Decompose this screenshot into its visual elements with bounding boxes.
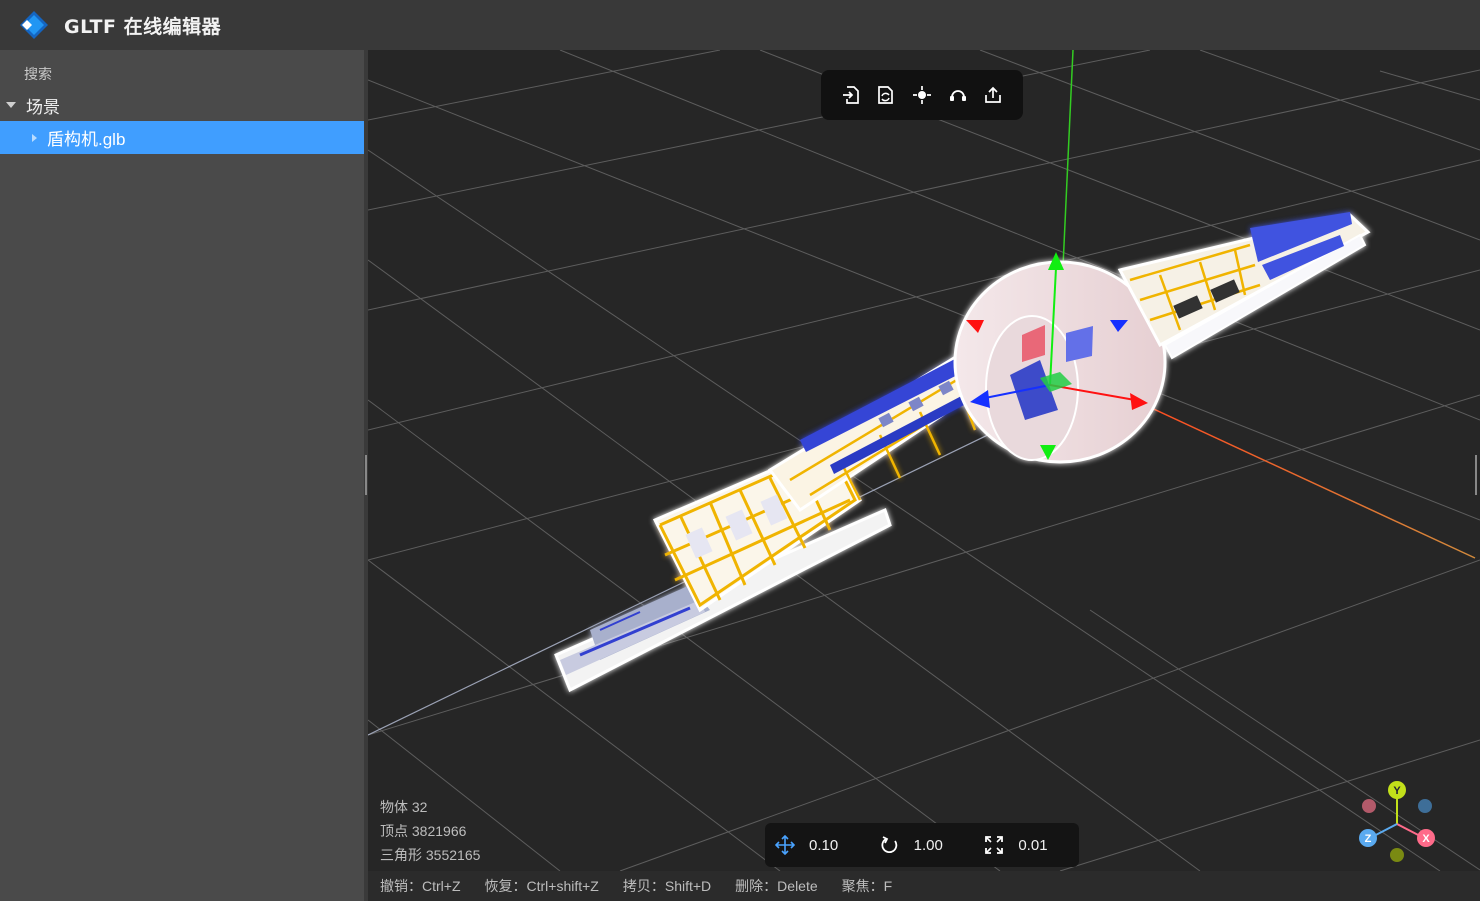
tree-node-label: 盾构机.glb	[47, 130, 126, 149]
scale-snap[interactable]: 0.01	[974, 823, 1079, 867]
grid-lines	[368, 50, 1480, 871]
import-icon	[842, 86, 859, 104]
app-title: GLTF 在线编辑器	[64, 16, 222, 38]
move-icon	[775, 835, 795, 855]
triangle-count: 三角形 3552165	[380, 847, 481, 863]
shortcut-redo: 恢复：Ctrl+shift+Z	[484, 878, 599, 894]
splitter-grip[interactable]	[365, 455, 367, 495]
shortcut-copy: 拷贝：Shift+D	[622, 878, 712, 894]
caret-down-icon[interactable]	[6, 102, 16, 108]
export-icon	[985, 86, 1002, 103]
tbm-model[interactable]	[554, 212, 1371, 693]
rotate-snap[interactable]: 1.00	[870, 823, 975, 867]
x-axis-label: X	[1422, 833, 1430, 845]
rotate-reset-icon	[949, 90, 966, 101]
translate-snap[interactable]: 0.10	[765, 823, 870, 867]
shortcut-focus: 聚焦：F	[841, 878, 893, 894]
right-splitter-grip[interactable]	[1475, 455, 1477, 495]
rotate-icon	[881, 836, 897, 854]
scene-stats: 物体 32 顶点 3821966 三角形 3552165	[380, 795, 480, 867]
export-button[interactable]	[979, 81, 1007, 109]
replace-file-button[interactable]	[872, 81, 900, 109]
shortcut-undo: 撤销：Ctrl+Z	[380, 878, 461, 894]
replace-file-icon	[878, 86, 894, 104]
neg-x-axis-ball	[1362, 799, 1376, 813]
tree-node-file[interactable]: 盾构机.glb	[0, 121, 364, 154]
axis-orientation-gizmo[interactable]: Y X Z	[1352, 776, 1442, 866]
search-label[interactable]: 搜索	[24, 64, 52, 84]
shortcut-delete: 删除：Delete	[735, 878, 818, 894]
scale-icon	[985, 836, 1004, 854]
scene-canvas[interactable]	[368, 50, 1480, 871]
rotate-reset-button[interactable]	[944, 81, 972, 109]
import-button[interactable]	[837, 81, 865, 109]
vertex-count: 顶点 3821966	[380, 823, 467, 839]
object-count: 物体 32	[380, 799, 428, 815]
y-axis-label: Y	[1393, 785, 1401, 797]
tree-node-label: 场景	[26, 97, 60, 117]
scene-tree-panel: 搜索 场景 盾构机.glb	[0, 50, 364, 901]
viewport-toolbar	[821, 70, 1023, 120]
neg-z-axis-ball	[1418, 799, 1432, 813]
x-axis-line	[1129, 397, 1476, 559]
focus-center-icon	[912, 86, 931, 104]
neg-y-axis-ball	[1390, 848, 1404, 862]
caret-right-icon[interactable]	[32, 133, 37, 142]
transform-snap-bar: 0.10 1.00 0.01	[765, 823, 1079, 867]
app-header: GLTF 在线编辑器	[0, 0, 1480, 50]
rotate-snap-value: 1.00	[913, 836, 943, 854]
tree-node-scene[interactable]: 场景	[0, 90, 364, 120]
z-axis-label: Z	[1365, 833, 1372, 845]
translate-snap-value: 0.10	[809, 836, 839, 854]
focus-center-button[interactable]	[908, 81, 936, 109]
shortcut-statusbar: 撤销：Ctrl+Z 恢复：Ctrl+shift+Z 拷贝：Shift+D 删除：…	[368, 871, 1480, 901]
scale-snap-value: 0.01	[1018, 836, 1048, 854]
3d-viewport[interactable]	[368, 50, 1480, 871]
app-logo-icon	[20, 11, 48, 39]
